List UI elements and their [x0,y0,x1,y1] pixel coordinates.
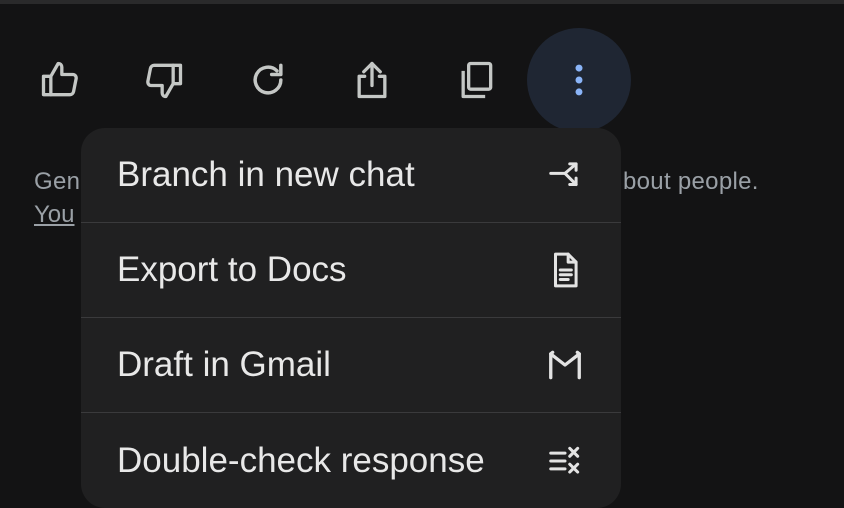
branch-icon [545,155,585,195]
thumbs-down-button[interactable] [112,28,216,132]
privacy-link[interactable]: You [34,201,75,229]
menu-item-label: Draft in Gmail [117,345,331,384]
share-button[interactable] [320,28,424,132]
thumbs-up-icon [41,61,78,97]
response-toolbar [0,28,700,132]
more-options-menu: Branch in new chat Export to Docs Draft … [81,128,621,508]
regenerate-icon [253,63,283,95]
menu-item-branch-in-new-chat[interactable]: Branch in new chat [81,128,621,223]
menu-item-export-to-docs[interactable]: Export to Docs [81,223,621,318]
disclaimer-text-start: Gen [34,168,81,195]
thumbs-down-icon [146,63,183,99]
window-top-edge [0,0,844,4]
more-options-button[interactable] [527,28,631,132]
copy-button[interactable] [424,28,528,132]
more-vertical-icon [575,64,583,96]
copy-icon [461,61,493,99]
menu-item-draft-in-gmail[interactable]: Draft in Gmail [81,318,621,413]
double-check-icon [545,441,585,481]
disclaimer-text-end: bout people. [623,168,759,195]
thumbs-up-button[interactable] [8,28,112,132]
menu-item-label: Export to Docs [117,250,347,289]
docs-icon [545,250,585,290]
menu-item-label: Double-check response [117,440,485,480]
menu-item-label: Branch in new chat [117,155,415,194]
share-icon [357,61,387,99]
gmail-icon [545,345,585,385]
regenerate-button[interactable] [216,28,320,132]
